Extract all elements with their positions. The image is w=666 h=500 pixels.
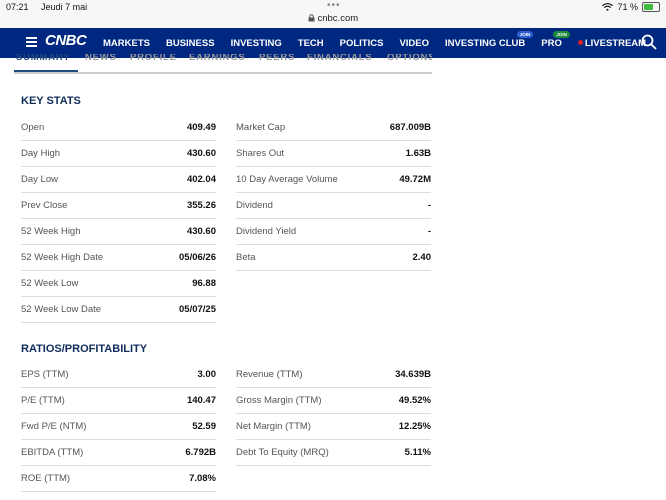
nav-item-business[interactable]: BUSINESS <box>166 38 215 49</box>
nav-item-tech[interactable]: TECH <box>298 38 324 49</box>
cnbc-logo[interactable]: CNBC <box>45 32 87 49</box>
address-bar[interactable]: cnbc.com <box>0 13 666 24</box>
tab-financials[interactable]: FINANCIALS <box>307 54 373 63</box>
status-left: 07:21 Jeudi 7 mai <box>6 2 97 12</box>
key-stat-row: Day Low 402.04 <box>21 166 216 193</box>
tab-peers[interactable]: PEERS <box>259 54 295 63</box>
ratio-row: Fwd P/E (NTM) 52.59 <box>21 413 216 440</box>
ratio-row: Net Margin (TTM) 12.25% <box>236 413 431 440</box>
nav-item-investing[interactable]: INVESTING <box>231 38 282 49</box>
multitasking-dots-icon[interactable]: ••• <box>327 0 341 11</box>
key-stat-row: 52 Week High 430.60 <box>21 218 216 245</box>
status-bar: 07:21 Jeudi 7 mai ••• cnbc.com 71 % <box>0 0 666 28</box>
nav-item-livestream[interactable]: LIVESTREAM <box>577 38 646 49</box>
active-tab-indicator <box>14 70 78 72</box>
nav-item-markets[interactable]: MARKETS <box>103 38 150 49</box>
ratio-row: P/E (TTM) 140.47 <box>21 387 216 414</box>
ratio-row: Gross Margin (TTM) 49.52% <box>236 387 431 414</box>
nav-items: MARKETS BUSINESS INVESTING TECH POLITICS… <box>103 31 662 49</box>
nav-item-pro[interactable]: PRO JOIN <box>541 31 570 49</box>
status-right: 71 % <box>602 2 660 12</box>
key-stat-row: Dividend Yield - <box>236 218 431 245</box>
key-stat-row: 52 Week Low Date 05/07/25 <box>21 296 216 323</box>
ratio-row: EBITDA (TTM) 6.792B <box>21 439 216 466</box>
nav-item-politics[interactable]: POLITICS <box>340 38 384 49</box>
tab-profile[interactable]: PROFILE <box>130 54 177 63</box>
key-stat-row: 10 Day Average Volume 49.72M <box>236 166 431 193</box>
key-stat-row: Shares Out 1.63B <box>236 140 431 167</box>
search-icon[interactable] <box>641 34 657 50</box>
live-dot-icon <box>577 40 583 45</box>
battery-fill <box>644 4 654 10</box>
tab-news[interactable]: NEWS <box>85 54 117 63</box>
join-badge: JOIN <box>553 31 570 38</box>
battery-icon <box>642 2 660 12</box>
key-stat-row: Open 409.49 <box>21 114 216 141</box>
ratio-row: Revenue (TTM) 34.639B <box>236 361 431 388</box>
url-text: cnbc.com <box>317 13 359 24</box>
ratio-row: EPS (TTM) 3.00 <box>21 361 216 388</box>
join-badge: JOIN <box>516 31 534 38</box>
hamburger-menu-icon[interactable] <box>26 37 37 50</box>
ratio-row: ROE (TTM) 7.08% <box>21 465 216 492</box>
battery-percent: 71 % <box>617 2 638 12</box>
key-stats-title: KEY STATS <box>21 95 81 107</box>
tab-earnings[interactable]: EARNINGS <box>189 54 246 63</box>
status-time: 07:21 <box>6 2 29 12</box>
status-date: Jeudi 7 mai <box>41 2 88 12</box>
key-stat-row: 52 Week Low 96.88 <box>21 270 216 297</box>
key-stat-row: Market Cap 687.009B <box>236 114 431 141</box>
quote-tabs: SUMMARY NEWS PROFILE EARNINGS PEERS FINA… <box>14 54 432 74</box>
wifi-icon <box>602 3 614 11</box>
key-stat-row: Prev Close 355.26 <box>21 192 216 219</box>
key-stat-row: Day High 430.60 <box>21 140 216 167</box>
key-stat-row: Dividend - <box>236 192 431 219</box>
nav-item-video[interactable]: VIDEO <box>399 38 429 49</box>
nav-item-investing-club[interactable]: INVESTING CLUB JOIN <box>445 31 534 49</box>
tab-options[interactable]: OPTIONS <box>387 54 432 63</box>
ratio-row: Debt To Equity (MRQ) 5.11% <box>236 439 431 466</box>
lock-icon <box>308 14 315 22</box>
tab-summary[interactable]: SUMMARY <box>16 54 70 63</box>
key-stat-row: Beta 2.40 <box>236 244 431 271</box>
key-stat-row: 52 Week High Date 05/06/26 <box>21 244 216 271</box>
ratios-title: RATIOS/PROFITABILITY <box>21 343 148 355</box>
